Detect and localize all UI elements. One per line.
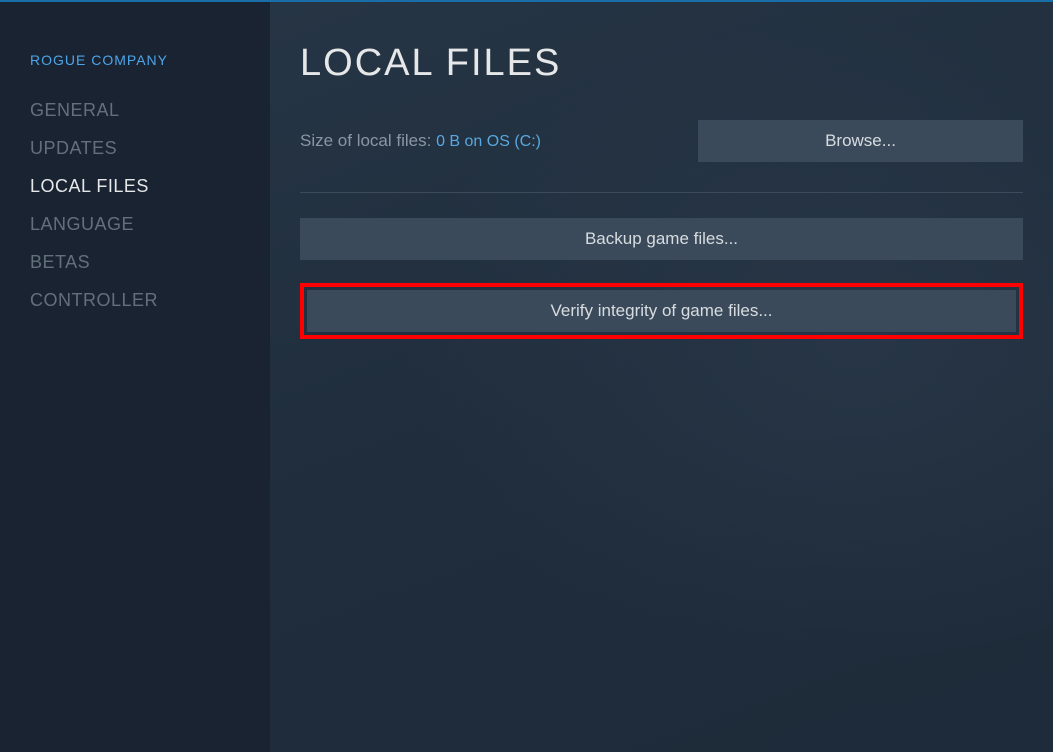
verify-button[interactable]: Verify integrity of game files...: [307, 290, 1016, 332]
size-label: Size of local files:: [300, 131, 436, 150]
sidebar-item-local-files[interactable]: LOCAL FILES: [30, 176, 270, 197]
divider: [300, 192, 1023, 193]
app-title: ROGUE COMPANY: [30, 52, 270, 68]
size-value: 0 B on OS (C:): [436, 133, 541, 150]
page-title: LOCAL FILES: [300, 42, 1023, 85]
sidebar-item-general[interactable]: GENERAL: [30, 100, 270, 121]
size-row: Size of local files: 0 B on OS (C:) Brow…: [300, 120, 1023, 162]
browse-button[interactable]: Browse...: [698, 120, 1023, 162]
sidebar-item-language[interactable]: LANGUAGE: [30, 214, 270, 235]
sidebar-item-controller[interactable]: CONTROLLER: [30, 290, 270, 311]
sidebar-item-updates[interactable]: UPDATES: [30, 138, 270, 159]
backup-button[interactable]: Backup game files...: [300, 218, 1023, 260]
verify-highlight: Verify integrity of game files...: [300, 283, 1023, 339]
sidebar: ROGUE COMPANY GENERAL UPDATES LOCAL FILE…: [0, 2, 270, 752]
main-content: LOCAL FILES Size of local files: 0 B on …: [270, 2, 1053, 752]
sidebar-item-betas[interactable]: BETAS: [30, 252, 270, 273]
